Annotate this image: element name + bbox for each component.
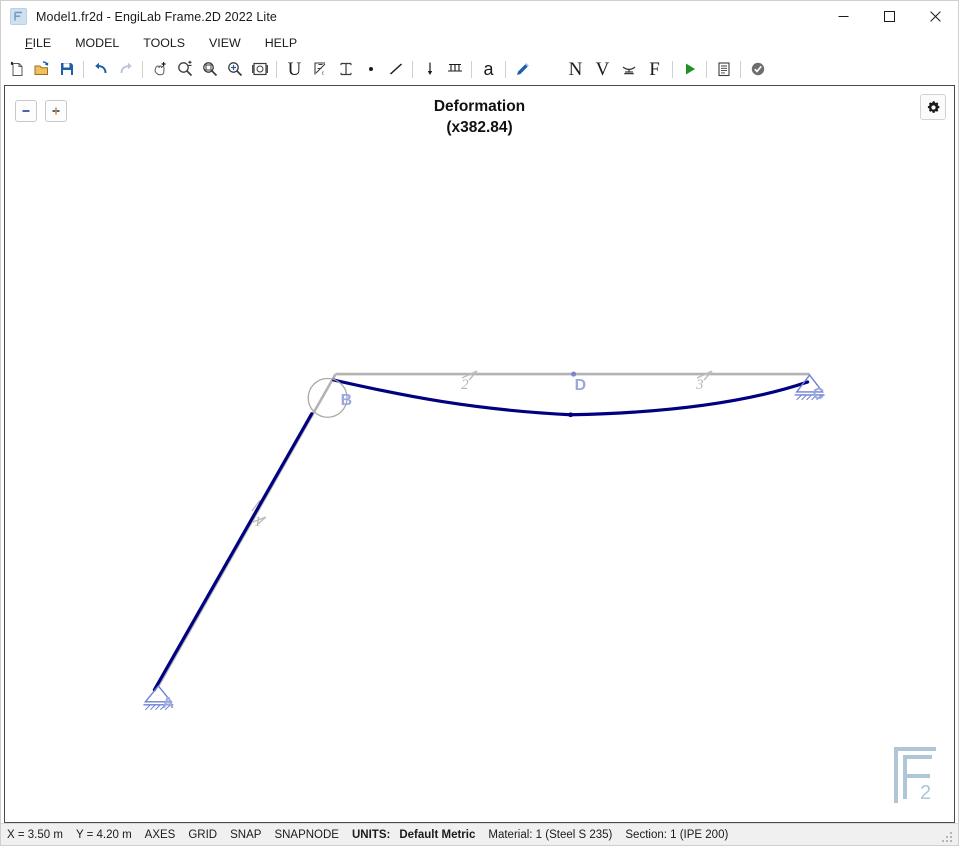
menu-item-tools[interactable]: TOOLS	[133, 34, 195, 53]
deformation-icon[interactable]	[616, 57, 641, 82]
zoom-all-icon[interactable]	[247, 57, 272, 82]
text-annotation-icon[interactable]: a	[476, 57, 501, 82]
status-bar: X = 3.50 m Y = 4.20 m AXES GRID SNAP SNA…	[1, 823, 958, 845]
zoom-out-button[interactable]	[15, 100, 37, 122]
member-label-1: 1	[254, 514, 261, 530]
node-label-c: C	[813, 386, 825, 403]
support-icon[interactable]	[442, 57, 467, 82]
member-label-2: 2	[461, 377, 469, 393]
member-label-3: 3	[695, 377, 703, 393]
toolbar-separator	[740, 60, 741, 78]
check-model-icon[interactable]	[745, 57, 770, 82]
zoom-window-icon[interactable]	[197, 57, 222, 82]
toolbar-separator	[471, 60, 472, 78]
text-annotation-label: a	[483, 59, 494, 79]
axial-force-n-icon[interactable]	[535, 57, 562, 82]
status-coord-x: X = 3.50 m	[7, 828, 63, 841]
run-analysis-icon[interactable]	[677, 57, 702, 82]
pan-icon[interactable]	[147, 57, 172, 82]
zoom-in-out-icon[interactable]	[172, 57, 197, 82]
menu-item-model[interactable]: MODEL	[65, 34, 129, 53]
canvas-settings-button[interactable]	[920, 94, 946, 120]
toolbar-separator	[412, 60, 413, 78]
shear-force-v-icon[interactable]: N	[562, 57, 589, 82]
status-section[interactable]: Section: 1 (IPE 200)	[625, 829, 728, 841]
open-file-icon[interactable]	[29, 57, 54, 82]
status-coord-y: Y = 4.20 m	[75, 828, 132, 841]
drawing-canvas[interactable]: Deformation (x382.84) 1 2 3 A B C D 2	[4, 85, 955, 823]
status-grid[interactable]: GRID	[188, 829, 217, 841]
shear-force-v-label: N	[568, 58, 583, 80]
status-axes[interactable]: AXES	[145, 829, 176, 841]
canvas-zoom-controls	[15, 100, 67, 122]
frame2d-app-icon	[10, 8, 27, 25]
svg-text:ε: ε	[321, 71, 324, 77]
resize-grip-icon[interactable]	[941, 829, 954, 842]
section-ibeam-icon[interactable]	[333, 57, 358, 82]
title-bar: Model1.fr2d - EngiLab Frame.2D 2022 Lite	[1, 1, 958, 32]
window-title: Model1.fr2d - EngiLab Frame.2D 2022 Lite	[36, 9, 277, 24]
force-f-icon[interactable]: F	[641, 57, 668, 82]
displacement-u-label: U	[287, 58, 302, 80]
new-file-icon[interactable]	[4, 57, 29, 82]
redo-icon[interactable]	[113, 57, 138, 82]
minimize-button[interactable]	[820, 1, 866, 32]
menu-item-help[interactable]: HELP	[255, 34, 307, 53]
node-d-marker[interactable]	[571, 371, 577, 377]
strain-epsilon-icon[interactable]: ε	[308, 57, 333, 82]
toolbar-separator	[505, 60, 506, 78]
node-label-d: D	[575, 377, 587, 394]
zoom-extents-icon[interactable]	[222, 57, 247, 82]
edit-pencil-icon[interactable]	[510, 57, 535, 82]
application-window: Model1.fr2d - EngiLab Frame.2D 2022 Lite…	[0, 0, 959, 846]
zoom-in-button[interactable]	[45, 100, 67, 122]
undo-icon[interactable]	[88, 57, 113, 82]
deformed-member-1	[152, 412, 314, 692]
displacement-u-icon[interactable]: U	[281, 57, 308, 82]
toolbar-separator	[83, 60, 84, 78]
node-label-a: A	[162, 695, 174, 712]
menu-bar: FFILEILE MODEL TOOLS VIEW HELP	[1, 32, 958, 55]
maximize-button[interactable]	[866, 1, 912, 32]
status-material[interactable]: Material: 1 (Steel S 235)	[488, 829, 612, 841]
node-label-b: B	[341, 392, 353, 409]
toolbar-separator	[142, 60, 143, 78]
main-toolbar: U ε a N V F	[1, 55, 958, 83]
status-snapnode[interactable]: SNAPNODE	[274, 829, 339, 841]
nodal-load-icon[interactable]	[417, 57, 442, 82]
structure-scene: 1 2 3 A B C D	[143, 370, 825, 712]
menu-item-view[interactable]: VIEW	[199, 34, 251, 53]
toolbar-separator	[276, 60, 277, 78]
bending-moment-m-label: V	[595, 58, 610, 80]
status-snap[interactable]: SNAP	[230, 829, 261, 841]
status-units-value: Default Metric	[399, 828, 476, 841]
force-f-label: F	[649, 58, 660, 80]
toolbar-separator	[706, 60, 707, 78]
results-report-icon[interactable]	[711, 57, 736, 82]
node-labels: A B C D	[162, 377, 824, 712]
deformed-member-2-3	[332, 378, 810, 417]
save-file-icon[interactable]	[54, 57, 79, 82]
member-line-icon[interactable]	[383, 57, 408, 82]
node-point-icon[interactable]	[358, 57, 383, 82]
node-d-deformed-marker	[568, 412, 574, 418]
toolbar-separator	[672, 60, 673, 78]
menu-item-file[interactable]: FFILEILE	[15, 34, 61, 53]
deformed-shape	[152, 378, 810, 692]
gear-icon	[927, 100, 939, 113]
member-direction-markers	[251, 370, 713, 525]
window-controls	[820, 1, 958, 32]
close-button[interactable]	[912, 1, 958, 32]
status-units-label: UNITS:	[351, 828, 391, 841]
bending-moment-m-icon[interactable]: V	[589, 57, 616, 82]
